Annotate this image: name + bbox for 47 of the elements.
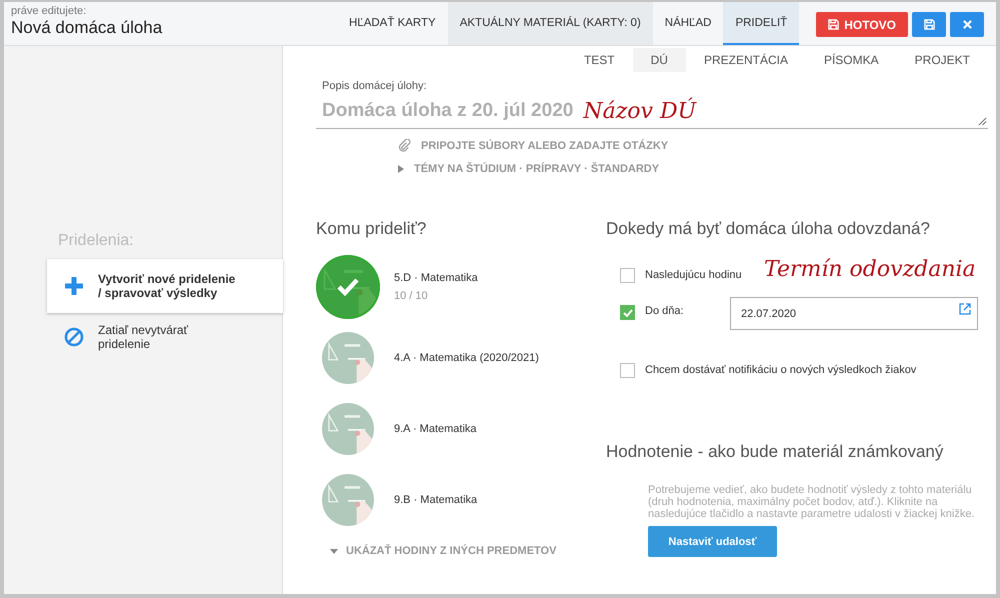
sidebar-item[interactable]: Zatiaľ nevytvárať pridelenie [47, 313, 282, 361]
option-label: Nasledujúcu hodinu [645, 269, 742, 281]
plus-icon [64, 276, 84, 296]
nav-tab[interactable]: PRIDELIŤ [723, 2, 800, 45]
grading-text: Potrebujeme vedieť, ako budete hodnotiť výsledy z tohto materiálu (druh hodnotenia, maximálny počet bodov, atď.). Kliknite na nasledujúce tlačidlo a nastavte parametre udalosti v žiackej knižke. [648, 484, 976, 520]
editing-caption: práve editujete: [11, 5, 88, 17]
type-tab[interactable]: PROJEKT [896, 48, 988, 72]
section-heading: Komu prideliť? [316, 219, 428, 239]
paperclip-icon [398, 139, 411, 152]
close-button[interactable] [950, 12, 984, 37]
type-tab[interactable]: PÍSOMKA [806, 48, 897, 72]
class-item[interactable]: 9.B · Matematika [316, 464, 478, 535]
class-item[interactable]: 4.A · Matematika (2020/2021) [316, 322, 539, 393]
close-icon [962, 20, 972, 29]
caret-icon [330, 548, 338, 554]
document-title: Nová domáca úloha [11, 18, 164, 38]
section-heading: Dokedy má byť domáca úloha odovzdaná? [606, 219, 931, 239]
external-link-icon [959, 303, 971, 315]
forbidden-icon [64, 327, 84, 347]
type-tab[interactable]: PREZENTÁCIA [686, 48, 806, 72]
caret-icon [398, 165, 404, 173]
check-icon [336, 276, 360, 296]
checkbox[interactable] [620, 268, 635, 282]
resize-grip-icon[interactable] [978, 117, 987, 126]
check-icon [622, 308, 632, 316]
option-label: Chcem dostávať notifikáciu o nových výsledkoch žiakov [645, 364, 916, 376]
nav-tab[interactable]: NÁHĽAD [652, 2, 724, 45]
date-field[interactable]: 22.07.2020 [730, 297, 978, 330]
handwritten-note: Názov DÚ [583, 98, 696, 124]
done-button[interactable]: HOTOVO [816, 12, 908, 37]
nav-tab[interactable]: AKTUÁLNY MATERIÁL (KARTY: 0) [448, 2, 653, 45]
save-icon [924, 19, 934, 30]
save-icon [828, 19, 840, 30]
type-tab[interactable]: TEST [566, 48, 633, 72]
handwritten-note: Termín odovzdania [764, 257, 976, 282]
checkbox[interactable] [620, 362, 635, 378]
field-label: Popis domácej úlohy: [322, 80, 427, 92]
class-item[interactable]: 5.D · Matematika 10 / 10 [316, 251, 478, 322]
section-heading: Hodnotenie - ako bude materiál známkovaný [606, 442, 944, 462]
checkbox[interactable] [620, 305, 635, 320]
nav-tab[interactable]: HĽADAŤ KARTY [337, 2, 448, 45]
sidebar-item[interactable]: Vytvoriť nové pridelenie / spravovať výsledky [47, 259, 283, 313]
class-item[interactable]: 9.A · Matematika [316, 393, 477, 464]
sidebar-title: Pridelenia: [57, 232, 135, 250]
save-button[interactable] [912, 12, 946, 37]
type-tab[interactable]: DÚ [632, 48, 686, 72]
option-label: Do dňa: [645, 305, 685, 317]
